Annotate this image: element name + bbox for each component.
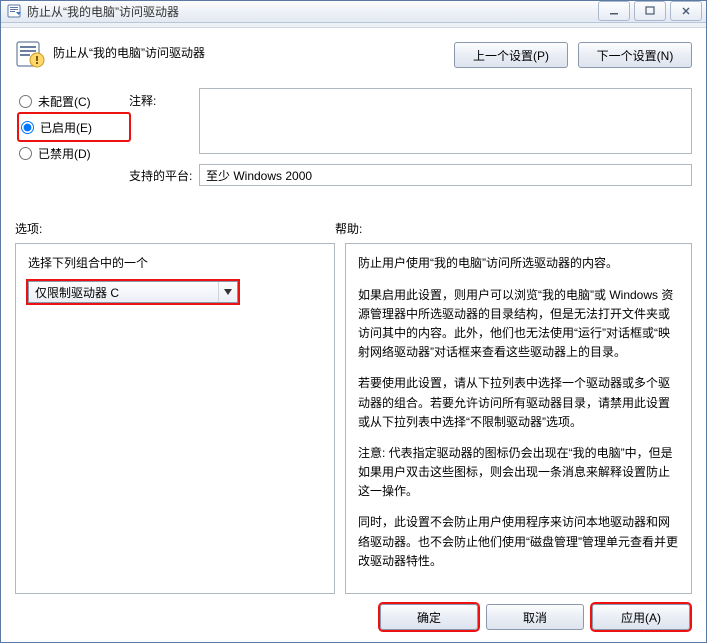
- options-section-label: 选项:: [15, 220, 335, 237]
- maximize-button[interactable]: [634, 1, 666, 21]
- comment-row: 注释:: [129, 88, 692, 154]
- help-paragraph: 同时，此设置不会防止用户使用程序来访问本地驱动器和网络驱动器。也不会防止他们使用…: [358, 513, 679, 571]
- platform-value-box: 至少 Windows 2000: [199, 164, 692, 186]
- radio-enabled-input[interactable]: [21, 121, 34, 134]
- window-title: 防止从“我的电脑”访问驱动器: [27, 3, 598, 20]
- radio-disabled[interactable]: 已禁用(D): [19, 140, 129, 166]
- dialog-body: 防止从“我的电脑”访问驱动器 上一个设置(P) 下一个设置(N) 未配置(C) …: [1, 28, 706, 642]
- policy-icon: [7, 3, 23, 19]
- window-controls: [598, 1, 702, 21]
- help-paragraph: 防止用户使用“我的电脑”访问所选驱动器的内容。: [358, 254, 679, 273]
- platform-row: 支持的平台: 至少 Windows 2000: [129, 164, 692, 186]
- footer-buttons: 确定 取消 应用(A): [15, 604, 692, 630]
- close-button[interactable]: [670, 1, 702, 21]
- form-grid: 未配置(C) 已启用(E) 已禁用(D) 注释: 支持的平台:: [15, 88, 692, 186]
- policy-large-icon: [15, 38, 47, 70]
- previous-setting-button[interactable]: 上一个设置(P): [454, 42, 568, 68]
- drive-combo[interactable]: 仅限制驱动器 C: [28, 281, 238, 303]
- titlebar: 防止从“我的电脑”访问驱动器: [1, 1, 706, 23]
- chevron-down-icon: [218, 282, 237, 302]
- radio-not-configured-input[interactable]: [19, 95, 32, 108]
- options-panel: 选择下列组合中的一个 仅限制驱动器 C: [15, 243, 335, 594]
- comment-textarea[interactable]: [199, 88, 692, 154]
- drive-combo-value: 仅限制驱动器 C: [35, 284, 119, 301]
- next-setting-button[interactable]: 下一个设置(N): [578, 42, 692, 68]
- nav-buttons: 上一个设置(P) 下一个设置(N): [454, 38, 692, 68]
- platform-label: 支持的平台:: [129, 167, 199, 184]
- platform-value: 至少 Windows 2000: [206, 167, 312, 184]
- help-paragraph: 注意: 代表指定驱动器的图标仍会出现在“我的电脑”中，但是如果用户双击这些图标，…: [358, 444, 679, 502]
- options-instruction: 选择下列组合中的一个: [28, 254, 322, 271]
- section-labels: 选项: 帮助:: [15, 220, 692, 237]
- comment-column: 注释: 支持的平台: 至少 Windows 2000: [129, 88, 692, 186]
- help-panel: 防止用户使用“我的电脑”访问所选驱动器的内容。 如果启用此设置，则用户可以浏览“…: [345, 243, 692, 594]
- radio-not-configured-label: 未配置(C): [38, 93, 91, 110]
- help-paragraph: 若要使用此设置，请从下拉列表中选择一个驱动器或多个驱动器的组合。若要允许访问所有…: [358, 374, 679, 432]
- radio-not-configured[interactable]: 未配置(C): [19, 88, 129, 114]
- radio-enabled-label: 已启用(E): [40, 119, 92, 136]
- help-paragraph: 如果启用此设置，则用户可以浏览“我的电脑”或 Windows 资源管理器中所选驱…: [358, 286, 679, 363]
- help-section-label: 帮助:: [335, 220, 692, 237]
- apply-button[interactable]: 应用(A): [592, 604, 690, 630]
- cancel-button[interactable]: 取消: [486, 604, 584, 630]
- state-radio-group: 未配置(C) 已启用(E) 已禁用(D): [15, 88, 129, 186]
- ok-button[interactable]: 确定: [380, 604, 478, 630]
- comment-label: 注释:: [129, 88, 199, 109]
- policy-title: 防止从“我的电脑”访问驱动器: [53, 38, 454, 61]
- radio-enabled[interactable]: 已启用(E): [19, 114, 129, 140]
- header-row: 防止从“我的电脑”访问驱动器 上一个设置(P) 下一个设置(N): [15, 38, 692, 70]
- radio-disabled-label: 已禁用(D): [38, 145, 91, 162]
- minimize-button[interactable]: [598, 1, 630, 21]
- radio-disabled-input[interactable]: [19, 147, 32, 160]
- dialog-window: 防止从“我的电脑”访问驱动器: [0, 0, 707, 643]
- panels: 选择下列组合中的一个 仅限制驱动器 C 防止用户使用“我的电脑”访问所选驱动器的…: [15, 243, 692, 594]
